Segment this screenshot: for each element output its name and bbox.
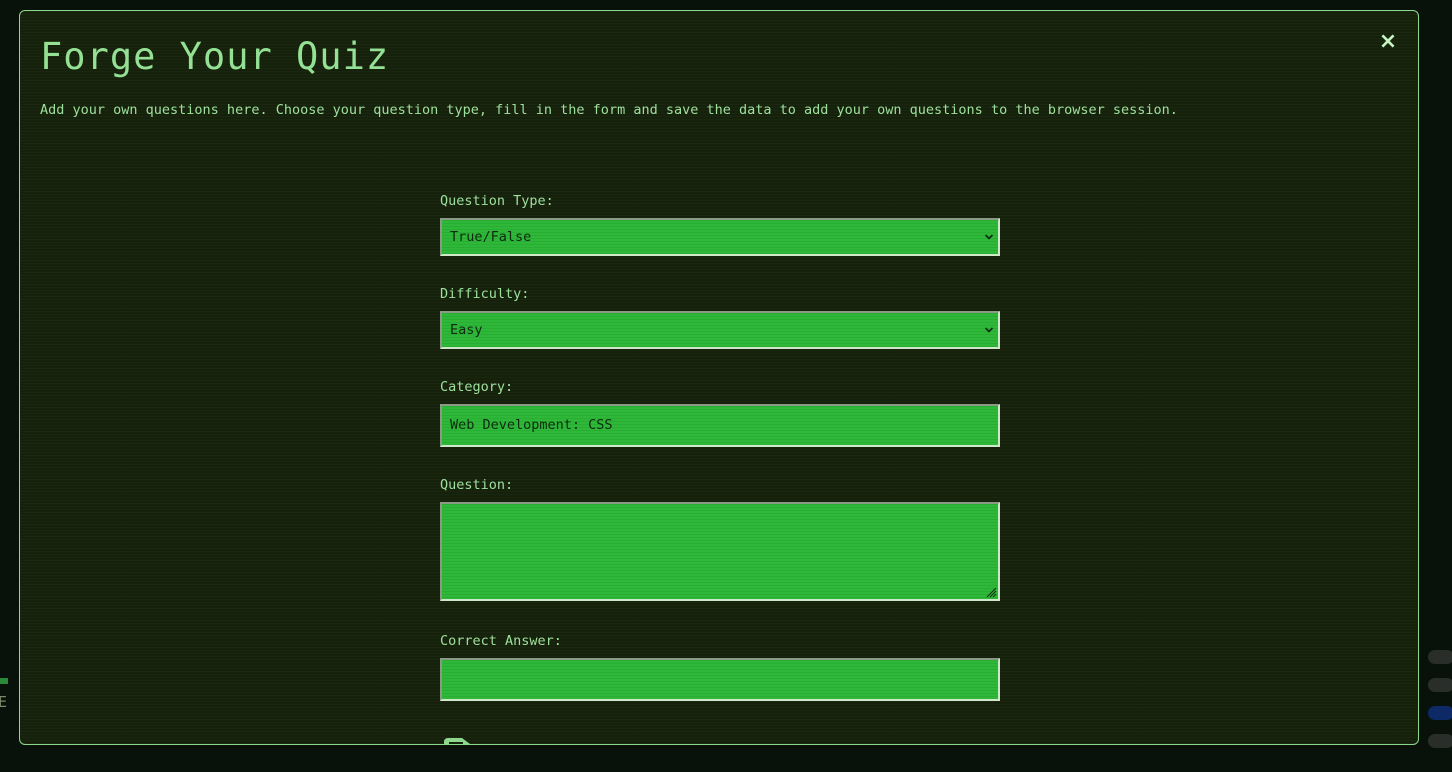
- close-button[interactable]: ×: [1378, 31, 1398, 53]
- question-type-value: True/False: [450, 229, 532, 245]
- category-label: Category:: [440, 379, 514, 395]
- chevron-down-icon: [984, 234, 994, 240]
- resize-grip-icon[interactable]: [985, 586, 997, 598]
- background-text-fragment: E: [0, 693, 8, 711]
- modal-title: Forge Your Quiz: [40, 35, 390, 78]
- background-toggle: [1428, 678, 1452, 692]
- difficulty-value: Easy: [450, 322, 483, 338]
- chevron-down-icon: [984, 327, 994, 333]
- question-label: Question:: [440, 477, 514, 493]
- background-bar-fragment: [0, 678, 8, 684]
- background-toggle: [1428, 650, 1452, 664]
- category-input[interactable]: Web Development: CSS: [440, 404, 1000, 447]
- correct-answer-input[interactable]: [440, 658, 1000, 701]
- category-value: Web Development: CSS: [450, 417, 613, 433]
- difficulty-label: Difficulty:: [440, 286, 530, 302]
- difficulty-select[interactable]: Easy: [440, 311, 1000, 349]
- background-toggle: [1428, 734, 1452, 748]
- modal-intro-text: Add your own questions here. Choose your…: [40, 102, 1178, 118]
- question-type-label: Question Type:: [440, 193, 554, 209]
- background-edge-fragment-left: E: [0, 675, 14, 715]
- question-textarea[interactable]: [440, 502, 1000, 601]
- background-toggle: [1428, 706, 1452, 720]
- save-icon[interactable]: [440, 736, 474, 745]
- correct-answer-label: Correct Answer:: [440, 633, 562, 649]
- forge-quiz-modal: Forge Your Quiz × Add your own questions…: [19, 10, 1419, 745]
- background-toggle-fragments: [1426, 648, 1452, 758]
- question-type-select[interactable]: True/False: [440, 218, 1000, 256]
